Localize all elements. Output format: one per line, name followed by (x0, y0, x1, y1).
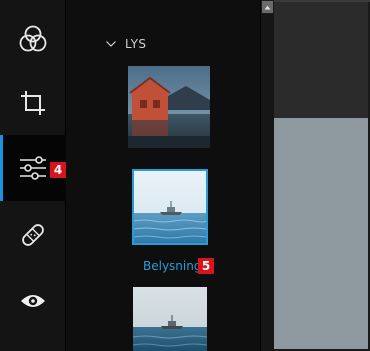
three-circles-icon (19, 25, 47, 52)
bandage-icon (22, 224, 44, 246)
scroll-track[interactable] (261, 14, 275, 351)
preset-thumbnail[interactable] (133, 287, 207, 351)
chevron-down-icon (106, 41, 116, 47)
boat-sea-photo (134, 171, 206, 243)
crop-icon (21, 91, 45, 115)
boathouse-photo (128, 66, 210, 148)
tool-bar: 4 (0, 0, 66, 351)
color-filters-tool[interactable] (0, 6, 66, 72)
boat-sea-photo-dark (133, 287, 207, 351)
callout-badge-4: 4 (50, 162, 66, 178)
image-canvas[interactable] (274, 118, 370, 351)
preset-thumbnail-selected[interactable] (132, 169, 208, 245)
panel-scrollbar[interactable] (260, 0, 275, 351)
view-tool[interactable] (0, 268, 66, 334)
section-header[interactable]: LYS (106, 37, 147, 51)
crop-tool[interactable] (0, 70, 66, 136)
heal-tool[interactable] (0, 202, 66, 268)
sliders-icon (20, 156, 46, 180)
scroll-up-button[interactable] (262, 1, 273, 13)
preset-thumbnail[interactable] (128, 66, 210, 148)
eye-icon (21, 295, 45, 307)
chevron-up-icon (264, 5, 271, 9)
selected-preset-label: Belysning (143, 259, 202, 273)
callout-badge-5: 5 (198, 258, 214, 274)
section-title: LYS (125, 37, 147, 51)
canvas-top-area (274, 0, 370, 120)
